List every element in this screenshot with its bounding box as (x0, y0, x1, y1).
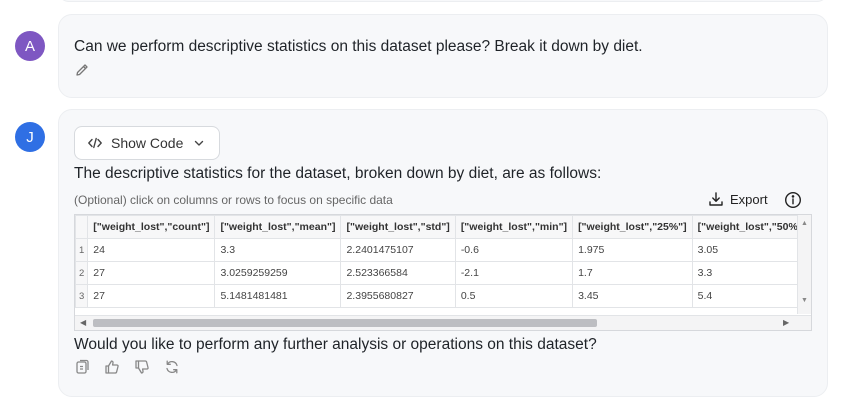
table-cell[interactable]: 1.7 (572, 261, 693, 285)
table-cell[interactable]: 24 (87, 238, 216, 262)
table-cell[interactable]: 1.975 (572, 238, 693, 262)
table-header-row: ["weight_lost","count"] ["weight_lost","… (75, 215, 811, 239)
assistant-avatar: J (15, 122, 45, 152)
table-hint-text: (Optional) click on columns or rows to f… (74, 193, 393, 207)
scroll-right-arrow-icon[interactable]: ▶ (783, 318, 789, 327)
row-index[interactable]: 1 (75, 238, 89, 262)
column-header[interactable]: ["weight_lost","count"] (87, 215, 216, 239)
column-header[interactable]: ["weight_lost","std"] (340, 215, 456, 239)
assistant-avatar-letter: J (26, 128, 34, 146)
previous-message-bubble (58, 0, 828, 2)
table-row[interactable]: 1 24 3.3 2.2401475107 -0.6 1.975 3.05 (75, 238, 811, 262)
show-code-label: Show Code (111, 135, 184, 151)
table-cell[interactable]: 0.5 (454, 284, 574, 308)
column-header[interactable]: ["weight_lost","min"] (454, 215, 574, 239)
table-cell[interactable]: 2.523366584 (340, 261, 456, 285)
export-button[interactable]: Export (708, 191, 768, 207)
column-header[interactable]: ["weight_lost","50%"] (691, 215, 811, 239)
message-actions (74, 359, 180, 375)
table-cell[interactable]: 3.3 (214, 238, 342, 262)
user-message-bubble (58, 14, 828, 98)
refresh-icon[interactable] (164, 359, 180, 375)
code-icon (88, 137, 102, 149)
thumbs-down-icon[interactable] (134, 359, 150, 375)
thumbs-up-icon[interactable] (104, 359, 120, 375)
data-grid[interactable]: ["weight_lost","count"] ["weight_lost","… (74, 214, 812, 331)
stats-table: ["weight_lost","count"] ["weight_lost","… (75, 215, 811, 308)
user-avatar: A (15, 31, 45, 61)
scroll-left-arrow-icon[interactable]: ◀ (80, 318, 86, 327)
table-cell[interactable]: 3.3 (691, 261, 811, 285)
table-cell[interactable]: 5.1481481481 (214, 284, 342, 308)
table-cell[interactable]: 3.0259259259 (214, 261, 342, 285)
row-index[interactable]: 2 (75, 261, 89, 285)
column-header[interactable]: ["weight_lost","25%"] (572, 215, 693, 239)
info-icon[interactable] (784, 191, 802, 209)
followup-text: Would you like to perform any further an… (74, 336, 597, 353)
chevron-down-icon (195, 140, 204, 146)
table-cell[interactable]: 3.45 (572, 284, 693, 308)
export-label: Export (730, 191, 768, 207)
scroll-down-arrow-icon[interactable]: ▼ (801, 297, 808, 304)
table-cell[interactable]: 3.05 (691, 238, 811, 262)
column-header[interactable]: ["weight_lost","mean"] (214, 215, 342, 239)
scroll-up-arrow-icon[interactable]: ▲ (801, 220, 808, 227)
table-cell[interactable]: 5.4 (691, 284, 811, 308)
table-row[interactable]: 3 27 5.1481481481 2.3955680827 0.5 3.45 … (75, 284, 811, 308)
pencil-edit-icon[interactable] (74, 62, 90, 78)
horizontal-scrollbar[interactable]: ◀ ▶ (75, 315, 811, 330)
row-index-header (75, 215, 89, 239)
vertical-scrollbar[interactable]: ▲ ▼ (797, 215, 811, 314)
table-row[interactable]: 2 27 3.0259259259 2.523366584 -2.1 1.7 3… (75, 261, 811, 285)
show-code-button[interactable]: Show Code (74, 126, 220, 160)
copy-icon[interactable] (74, 359, 90, 375)
table-cell[interactable]: -0.6 (454, 238, 574, 262)
user-message-text: Can we perform descriptive statistics on… (74, 38, 643, 55)
user-avatar-letter: A (24, 37, 35, 55)
table-cell[interactable]: 27 (87, 284, 216, 308)
horizontal-scroll-thumb[interactable] (93, 319, 597, 327)
table-cell[interactable]: -2.1 (454, 261, 574, 285)
description-text: The descriptive statistics for the datas… (74, 165, 602, 182)
row-index[interactable]: 3 (75, 284, 89, 308)
table-cell[interactable]: 2.3955680827 (340, 284, 456, 308)
table-cell[interactable]: 27 (87, 261, 216, 285)
download-icon (709, 192, 723, 206)
table-cell[interactable]: 2.2401475107 (340, 238, 456, 262)
